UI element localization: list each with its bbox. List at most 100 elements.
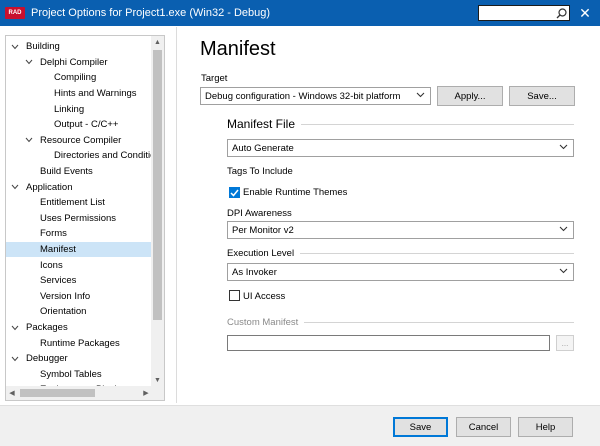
section-divider [301,123,574,125]
tree-item[interactable]: Delphi Compiler [6,55,152,71]
section-divider [304,322,574,323]
chevron-down-icon[interactable] [24,135,34,145]
tree-item[interactable]: Uses Permissions [6,211,152,227]
manifest-file-heading: Manifest File [227,117,296,131]
dpi-heading: DPI Awareness [227,208,292,219]
exec-value: As Invoker [232,266,277,278]
tree-item-label: Entitlement List [40,197,105,209]
chevron-down-icon[interactable] [10,323,20,333]
tree-horizontal-scrollbar[interactable]: ◀ ▶ [6,386,152,400]
tree-item[interactable]: Forms [6,226,152,242]
chevron-down-icon [416,92,425,98]
enable-runtime-themes-checkbox[interactable] [229,187,240,198]
tree-item-label: Resource Compiler [40,134,122,146]
title-bar: RAD Project Options for Project1.exe (Wi… [0,0,600,26]
tree-item-label: Packages [26,322,68,334]
chevron-down-icon[interactable] [10,354,20,364]
close-window-icon[interactable]: ✕ [576,4,594,22]
tree-item[interactable]: Services [6,273,152,289]
tree-item-label: Uses Permissions [40,212,117,224]
tree-item-label: Runtime Packages [40,337,120,349]
chevron-down-icon[interactable] [24,57,34,67]
save-button[interactable]: Save [393,417,448,437]
tree-item-label: Building [26,41,60,53]
tree-item[interactable]: Application [6,179,152,195]
save-dots-button[interactable]: Save... [509,86,575,106]
exec-heading: Execution Level [227,248,295,259]
ui-access-label[interactable]: UI Access [243,291,285,302]
dpi-awareness-combo[interactable]: Per Monitor v2 [227,221,574,239]
tree-item[interactable]: Building [6,39,152,55]
tree-item-label: Hints and Warnings [54,88,137,100]
execution-level-section: Execution Level [227,248,574,259]
ui-access-checkbox[interactable] [229,290,240,301]
chevron-down-icon[interactable] [10,42,20,52]
apply-button[interactable]: Apply... [437,86,503,106]
rad-studio-icon: RAD [5,7,25,19]
execution-level-combo[interactable]: As Invoker [227,263,574,281]
dialog-footer: Save Cancel Help [0,405,600,446]
cancel-button[interactable]: Cancel [456,417,511,437]
target-value: Debug configuration - Windows 32-bit pla… [205,90,401,102]
tree-item-label: Linking [54,103,85,115]
tree-item-label: Build Events [40,166,93,178]
scroll-thumb-horizontal[interactable] [20,389,95,397]
tree-item-label: Manifest [40,244,76,256]
window-title: Project Options for Project1.exe (Win32 … [31,7,271,19]
tree-item-label: Services [40,275,77,287]
tree-item-label: Delphi Compiler [40,56,108,68]
tree-item[interactable]: Orientation [6,304,152,320]
tree-item[interactable]: Runtime Packages [6,335,152,351]
chevron-down-icon [559,268,568,274]
custom-manifest-section: Custom Manifest [227,317,574,328]
tree-item[interactable]: Symbol Tables [6,367,152,383]
tree-item[interactable]: Packages [6,320,152,336]
target-combo[interactable]: Debug configuration - Windows 32-bit pla… [200,87,431,105]
scroll-down-icon[interactable]: ▼ [151,374,164,386]
section-divider [300,253,574,254]
checkmark-icon [230,189,239,197]
target-label: Target [201,73,228,84]
tree-item-label: Compiling [54,72,97,84]
enable-runtime-themes-label[interactable]: Enable Runtime Themes [243,187,347,198]
scroll-corner [151,386,164,400]
tree-vertical-scrollbar[interactable]: ▲ ▼ [151,36,164,386]
tree-list: Building Delphi Compiler Compiling Hints an… [6,36,152,386]
manifest-file-combo[interactable]: Auto Generate [227,139,574,157]
tree-item[interactable]: Debugger [6,351,152,367]
tree-item[interactable]: Resource Compiler [6,133,152,149]
manifest-file-value: Auto Generate [232,142,294,154]
options-tree[interactable]: Building Delphi Compiler Compiling Hints an… [5,35,165,401]
scroll-left-icon[interactable]: ◀ [6,386,18,400]
tree-item-label: Debugger [26,353,68,365]
chevron-down-icon[interactable] [10,182,20,192]
manifest-file-section: Manifest File [227,117,574,131]
browse-button[interactable]: ... [556,335,574,351]
tree-item[interactable]: Hints and Warnings [6,86,152,102]
tree-item-label: Orientation [40,306,87,318]
tree-item-label: Application [26,181,73,193]
tags-heading: Tags To Include [227,166,293,177]
search-icon[interactable] [556,7,567,19]
custom-manifest-input[interactable] [227,335,550,351]
tree-item[interactable]: Directories and Conditio [6,148,152,164]
tree-item[interactable]: Output - C/C++ [6,117,152,133]
title-search-input[interactable] [478,5,570,21]
tree-item[interactable]: Linking [6,101,152,117]
tree-item-label: Icons [40,259,63,271]
tree-item[interactable]: Icons [6,257,152,273]
chevron-down-icon [559,144,568,150]
scroll-thumb[interactable] [153,50,162,320]
help-button[interactable]: Help [518,417,573,437]
tree-item[interactable]: Manifest [6,241,152,258]
tree-item[interactable]: Entitlement List [6,195,152,211]
tree-item[interactable]: Version Info [6,289,152,305]
tree-item-label: Symbol Tables [40,368,102,380]
tree-item[interactable]: Build Events [6,164,152,180]
page-title: Manifest [200,38,276,60]
custom-manifest-heading: Custom Manifest [227,317,299,328]
scroll-up-icon[interactable]: ▲ [151,36,164,48]
chevron-down-icon [559,226,568,232]
panel-splitter[interactable] [176,27,177,403]
tree-item[interactable]: Compiling [6,70,152,86]
